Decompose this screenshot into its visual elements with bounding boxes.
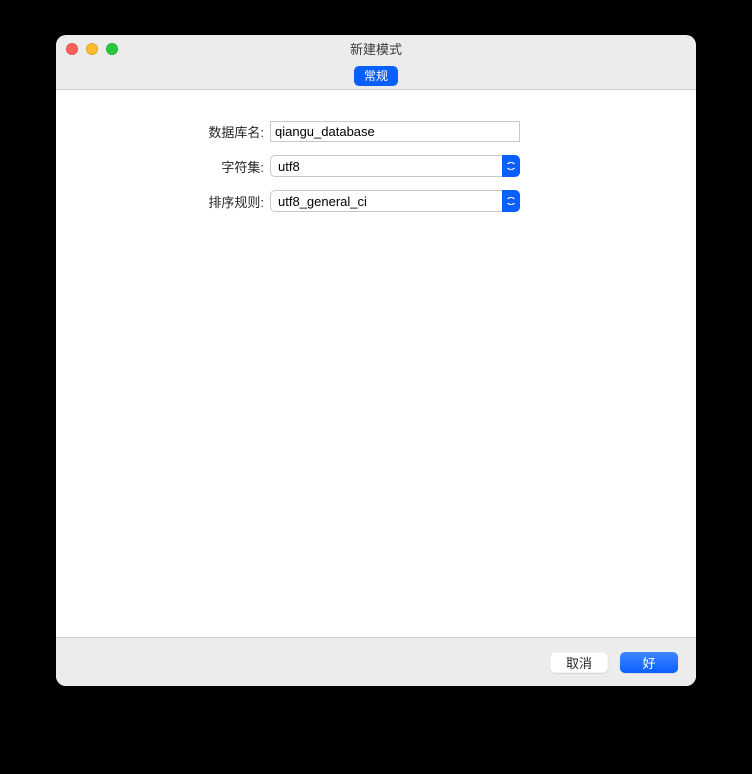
collation-label: 排序规则:	[56, 192, 270, 211]
window-title: 新建模式	[66, 39, 686, 58]
traffic-lights	[66, 43, 118, 55]
content-area: 数据库名: 字符集: 排序规则:	[56, 90, 696, 638]
collation-select[interactable]	[270, 190, 520, 212]
charset-label: 字符集:	[56, 157, 270, 176]
charset-select[interactable]	[270, 155, 520, 177]
row-charset: 字符集:	[56, 155, 696, 177]
row-db-name: 数据库名:	[56, 120, 696, 142]
cancel-button[interactable]: 取消	[550, 652, 608, 673]
dialog-window: 新建模式 常规 数据库名: 字符集: 排序规则:	[56, 35, 696, 686]
footer: 取消 好	[56, 638, 696, 686]
titlebar: 新建模式	[56, 35, 696, 62]
tab-general[interactable]: 常规	[354, 66, 398, 86]
ok-button[interactable]: 好	[620, 652, 678, 673]
db-name-input[interactable]	[270, 121, 520, 142]
close-icon[interactable]	[66, 43, 78, 55]
collation-select-wrap	[270, 190, 520, 212]
toolbar: 常规	[56, 62, 696, 90]
zoom-icon[interactable]	[106, 43, 118, 55]
minimize-icon[interactable]	[86, 43, 98, 55]
db-name-label: 数据库名:	[56, 122, 270, 141]
row-collation: 排序规则:	[56, 190, 696, 212]
charset-select-wrap	[270, 155, 520, 177]
